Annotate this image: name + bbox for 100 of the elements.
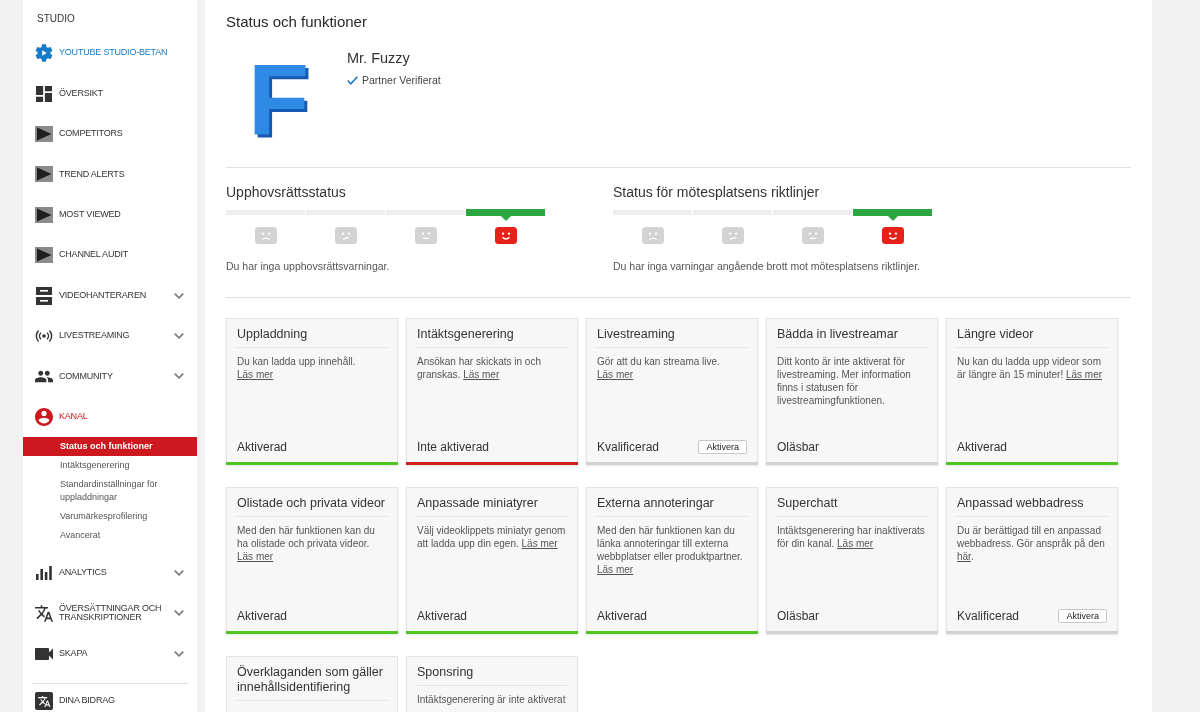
description-link[interactable]: Läs mer xyxy=(597,564,634,575)
status-message: Du har inga upphovsrättsvarningar. xyxy=(226,259,390,273)
sad-face-icon xyxy=(641,227,664,244)
description-link[interactable]: Läs mer xyxy=(597,369,634,380)
neutral-face-icon xyxy=(801,227,824,244)
feature-status: Oläsbar xyxy=(777,608,820,624)
sidebar-item[interactable]: ANALYTICS xyxy=(35,566,184,581)
uneasy-face-icon xyxy=(334,227,357,244)
chevron-icon xyxy=(174,610,184,617)
sidebar-item[interactable]: COMPETITORS xyxy=(35,125,184,142)
sidebar-subitem[interactable]: Intäktsgenerering xyxy=(23,455,197,475)
description-link[interactable]: Läs mer xyxy=(837,538,874,549)
sidebar-item[interactable]: ÖVERSIKT xyxy=(35,85,184,102)
description-link[interactable]: Läs mer xyxy=(463,369,500,380)
sidebar-item[interactable]: KANAL xyxy=(35,407,184,426)
play-tile-icon xyxy=(35,206,53,223)
feature-description: Med den här funktionen kan du länka annoteringar till externa webbplatser eller produktpartner. Läs mer xyxy=(597,524,744,576)
sidebar-item[interactable]: CHANNEL AUDIT xyxy=(35,247,184,264)
description-link[interactable]: Läs mer xyxy=(237,551,274,562)
smiling-face-icon xyxy=(881,227,904,244)
feature-description: Ansökan har skickats in och granskas. Läs mer xyxy=(417,355,542,381)
feature-description: Intäktsgenerering har inaktiverats för din kanal. Läs mer xyxy=(777,524,926,550)
sidebar-item[interactable]: DINA BIDRAG xyxy=(35,692,184,711)
play-tile-icon xyxy=(35,247,53,264)
sidebar-item[interactable]: MOST VIEWED xyxy=(35,206,184,223)
chevron-icon xyxy=(174,570,184,577)
broadcast-icon xyxy=(35,328,53,343)
smiling-face-icon xyxy=(494,227,517,244)
sidebar-item[interactable]: TREND ALERTS xyxy=(35,166,184,183)
feature-status: Aktiverad xyxy=(237,439,288,455)
feature-status: Aktiverad xyxy=(957,439,1008,455)
activate-button[interactable]: Aktivera xyxy=(698,440,747,454)
pointer-icon xyxy=(500,216,511,221)
feature-title: Externa annoteringar xyxy=(597,496,715,511)
sidebar-subitem[interactable]: Standardinställningar för uppladdningar xyxy=(23,474,197,507)
sidebar-item[interactable]: SKAPA xyxy=(35,647,184,660)
neutral-face-icon xyxy=(414,227,437,244)
feature-status: Aktiverad xyxy=(417,608,468,624)
feature-status: Kvalificerad xyxy=(597,439,660,455)
pointer-icon xyxy=(887,216,898,221)
sidebar-subitem[interactable]: Avancerat xyxy=(23,525,197,545)
channel-name: Mr. Fuzzy xyxy=(347,49,410,68)
feature-description: Välj videoklippets miniatyr genom att ladda upp din egen. Läs mer xyxy=(417,524,567,550)
translate-icon xyxy=(35,605,53,622)
activate-button[interactable]: Aktivera xyxy=(1058,609,1107,623)
feature-title: Sponsring xyxy=(417,665,475,680)
feature-status: Oläsbar xyxy=(777,439,820,455)
feature-title: Superchatt xyxy=(777,496,839,511)
sidebar-item[interactable]: YOUTUBE STUDIO-BETAN xyxy=(35,44,184,63)
feature-title: Uppladdning xyxy=(237,327,309,342)
feature-title: Överklaganden som gäller innehållsidentifiering xyxy=(237,665,384,695)
sidebar-subitem[interactable]: Varumärkesprofilering xyxy=(23,506,197,526)
sidebar-item[interactable]: COMMUNITY xyxy=(35,369,184,383)
feature-description: Du kan ladda upp innehåll. Läs mer xyxy=(237,355,357,381)
feature-status: Kvalificerad xyxy=(957,608,1020,624)
feature-description: Nu kan du ladda upp videor som är längre än 15 minuter! Läs mer xyxy=(957,355,1104,381)
chevron-icon xyxy=(174,373,184,380)
feature-title: Olistade och privata videor xyxy=(237,496,386,511)
feature-title: Anpassad webbadress xyxy=(957,496,1085,511)
chevron-icon xyxy=(174,292,184,299)
feature-description: Ditt konto är inte aktiverat för livestreaming. Mer information finns i statusen för livestreamingfunktionen. xyxy=(777,355,912,407)
chevron-icon xyxy=(174,650,184,657)
sidebar-item[interactable]: ÖVERSÄTTNINGAR OCH TRANSKRIPTIONER xyxy=(35,604,184,623)
video-camera-icon xyxy=(35,647,53,660)
gear-icon xyxy=(35,44,53,63)
feature-title: Intäktsgenerering xyxy=(417,327,515,342)
verified-label: Partner Verifierat xyxy=(362,73,441,87)
page-title: Status och funktioner xyxy=(226,12,367,32)
feature-description: Gör att du kan streama live. Läs mer xyxy=(597,355,721,381)
feature-status: Aktiverad xyxy=(237,608,288,624)
description-link[interactable]: Läs mer xyxy=(521,538,558,549)
feature-title: Längre videor xyxy=(957,327,1035,342)
feature-status: Aktiverad xyxy=(597,608,648,624)
channel-logo: F xyxy=(248,60,310,138)
play-tile-icon xyxy=(35,166,53,183)
section-title: Upphovsrättsstatus xyxy=(226,183,346,201)
sidebar-item[interactable]: VIDEOHANTERAREN xyxy=(35,286,184,305)
description-link[interactable]: Läs mer xyxy=(1065,369,1103,380)
sidebar-subitem[interactable]: Status och funktioner xyxy=(23,436,197,456)
drawers-icon xyxy=(36,286,52,305)
status-message: Du har inga varningar angående brott mot mötesplatsens riktlinjer. xyxy=(613,259,920,273)
bar-chart-icon xyxy=(36,566,52,581)
feature-title: Bädda in livestreamar xyxy=(777,327,899,342)
feature-description: Intäktsgenerering är inte aktiverat xyxy=(417,693,567,706)
section-title: Status för mötesplatsens riktlinjer xyxy=(613,183,820,201)
check-icon xyxy=(347,75,358,85)
feature-status: Inte aktiverad xyxy=(417,439,490,455)
people-icon xyxy=(35,369,53,383)
feature-title: Anpassade miniatyrer xyxy=(417,496,539,511)
uneasy-face-icon xyxy=(721,227,744,244)
dashboard-icon xyxy=(36,85,52,102)
feature-description: Du är berättigad till en anpassad webbadress. Gör anspråk på den här. xyxy=(957,524,1106,563)
account-icon xyxy=(35,407,53,426)
feature-description: Med den här funktionen kan du ha olistade och privata videor. Läs mer xyxy=(237,524,376,563)
play-tile-icon xyxy=(35,125,53,142)
sad-face-icon xyxy=(254,227,277,244)
sidebar-item[interactable]: LIVESTREAMING xyxy=(35,328,184,343)
chevron-icon xyxy=(174,332,184,339)
description-link[interactable]: Läs mer xyxy=(237,369,274,380)
description-link[interactable]: här xyxy=(957,551,971,562)
